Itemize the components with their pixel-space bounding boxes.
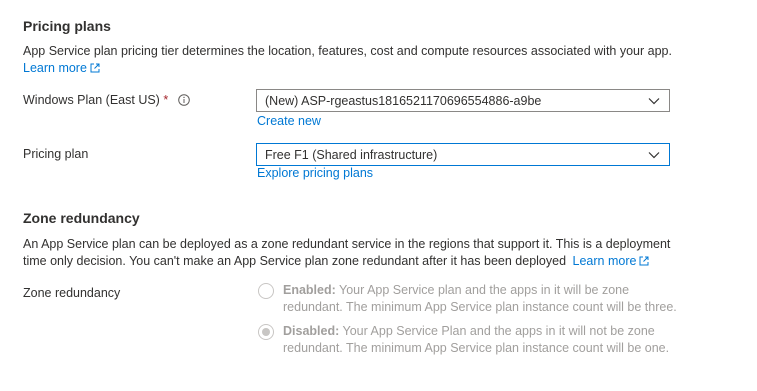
chevron-down-icon bbox=[647, 94, 661, 108]
learn-more-label: Learn more bbox=[23, 61, 87, 75]
enabled-line2: redundant. The minimum App Service plan … bbox=[283, 300, 677, 314]
windows-plan-label: Windows Plan (East US) * bbox=[23, 93, 190, 107]
zone-description-line1: An App Service plan can be deployed as a… bbox=[23, 237, 671, 251]
disabled-line1: Your App Service Plan and the apps in it… bbox=[339, 324, 655, 338]
chevron-down-icon bbox=[647, 148, 661, 162]
create-new-link[interactable]: Create new bbox=[257, 114, 321, 128]
disabled-title: Disabled: bbox=[283, 324, 340, 338]
radio-button-disabled[interactable] bbox=[258, 324, 274, 340]
zone-disabled-option[interactable]: Disabled: Your App Service Plan and the … bbox=[258, 323, 738, 357]
zone-description-line2: time only decision. You can't make an Ap… bbox=[23, 254, 567, 268]
pricing-description-text: App Service plan pricing tier determines… bbox=[23, 44, 672, 58]
pricing-plan-label: Pricing plan bbox=[23, 147, 89, 161]
learn-more-label: Learn more bbox=[572, 254, 637, 268]
pricing-plans-heading: Pricing plans bbox=[23, 18, 111, 34]
zone-enabled-option[interactable]: Enabled: Your App Service plan and the a… bbox=[258, 282, 738, 316]
zone-redundancy-description: An App Service plan can be deployed as a… bbox=[23, 236, 748, 270]
zone-redundancy-label: Zone redundancy bbox=[23, 286, 121, 300]
zone-enabled-text: Enabled: Your App Service plan and the a… bbox=[283, 282, 677, 316]
info-icon[interactable] bbox=[177, 94, 190, 106]
disabled-line2: redundant. The minimum App Service plan … bbox=[283, 341, 670, 355]
explore-pricing-plans-link[interactable]: Explore pricing plans bbox=[257, 166, 373, 180]
external-link-icon bbox=[639, 256, 649, 266]
windows-plan-label-text: Windows Plan (East US) bbox=[23, 93, 160, 107]
windows-plan-dropdown[interactable]: (New) ASP-rgeastus1816521170696554886-a9… bbox=[256, 89, 670, 112]
zone-disabled-text: Disabled: Your App Service Plan and the … bbox=[283, 323, 669, 357]
pricing-plans-description: App Service plan pricing tier determines… bbox=[23, 43, 743, 77]
radio-button-enabled[interactable] bbox=[258, 283, 274, 299]
pricing-plan-value: Free F1 (Shared infrastructure) bbox=[265, 147, 438, 162]
enabled-line1: Your App Service plan and the apps in it… bbox=[335, 283, 630, 297]
enabled-title: Enabled: bbox=[283, 283, 336, 297]
pricing-plan-dropdown[interactable]: Free F1 (Shared infrastructure) bbox=[256, 143, 670, 166]
pricing-learn-more-link[interactable]: Learn more bbox=[23, 61, 100, 75]
windows-plan-value: (New) ASP-rgeastus1816521170696554886-a9… bbox=[265, 93, 542, 108]
zone-learn-more-link[interactable]: Learn more bbox=[573, 254, 650, 268]
zone-redundancy-heading: Zone redundancy bbox=[23, 210, 140, 226]
required-asterisk: * bbox=[163, 93, 169, 107]
external-link-icon bbox=[90, 63, 100, 73]
